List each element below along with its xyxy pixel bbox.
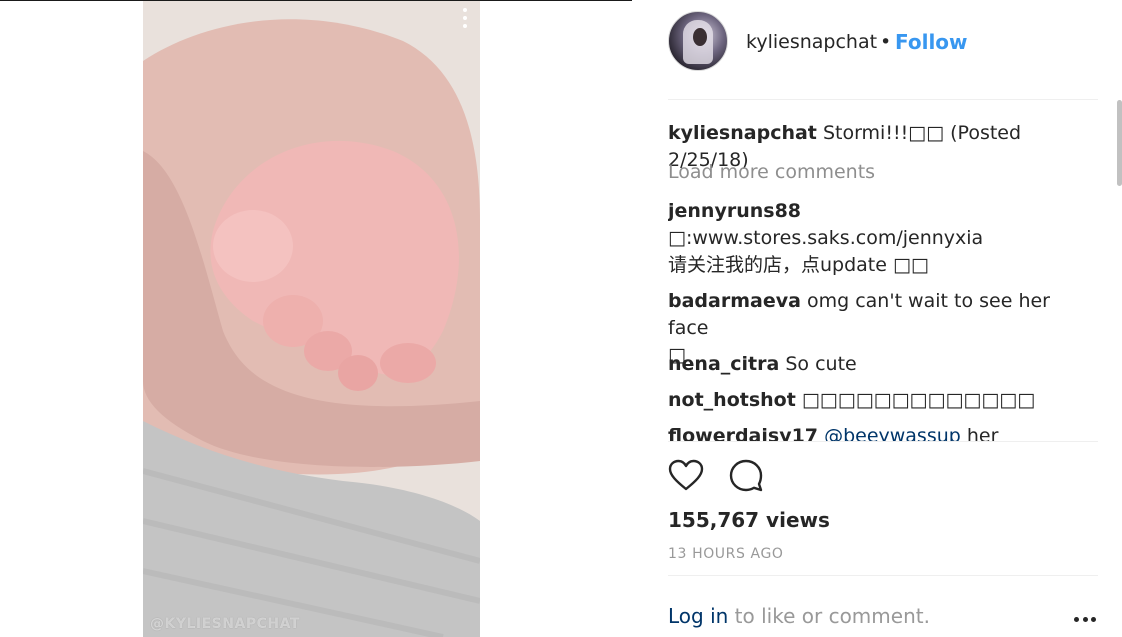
post-panel: kyliesnapchat • Follow kyliesnapchat Sto… [668, 0, 1098, 637]
avatar[interactable] [668, 11, 728, 71]
follow-button[interactable]: Follow [895, 30, 968, 54]
list-item: not_hotshot □□□□□□□□□□□□□ [668, 387, 1083, 414]
comment-text: So cute [785, 353, 857, 375]
comments-list[interactable]: kyliesnapchat Stormi!!!□□ (Posted 2/25/1… [668, 112, 1098, 442]
comment-username[interactable]: not_hotshot [668, 389, 796, 411]
comment-username[interactable]: kyliesnapchat [668, 122, 817, 144]
more-horizontal-icon[interactable] [1074, 617, 1096, 623]
login-link[interactable]: Log in [668, 604, 728, 628]
post-timestamp: 13 HOURS AGO [668, 546, 784, 562]
comment-username[interactable]: flowerdaisy17 [668, 425, 818, 442]
view-count: 155,767 views [668, 508, 830, 532]
separator-dot: • [880, 31, 892, 53]
comment-username[interactable]: badarmaeva [668, 290, 801, 312]
list-item: nena_citra So cute [668, 351, 1083, 378]
comment-username[interactable]: jennyruns88 [668, 200, 801, 222]
comment-text: □:www.stores.saks.com/jennyxia [668, 227, 984, 249]
action-bar [668, 458, 788, 498]
comment-username[interactable]: nena_citra [668, 353, 779, 375]
more-vertical-icon[interactable] [458, 8, 472, 28]
video-frame-image [143, 1, 480, 637]
comment-mention[interactable]: @beeywassup [824, 425, 961, 442]
list-item: flowerdaisy17 @beeywassup her Snapchat [668, 423, 1083, 442]
comment-text: 请关注我的店，点update □□ [668, 254, 929, 276]
header-username[interactable]: kyliesnapchat [746, 31, 877, 53]
comments-divider [668, 441, 1098, 442]
load-more-label[interactable]: Load more comments [668, 161, 875, 183]
video-player[interactable] [143, 1, 480, 637]
media-area: @KYLIESNAPCHAT [0, 0, 632, 637]
list-item: jennyruns88 □:www.stores.saks.com/jennyx… [668, 198, 1083, 279]
login-prompt-text: to like or comment. [728, 604, 930, 628]
post-header: kyliesnapchat • Follow [668, 11, 1098, 73]
video-watermark: @KYLIESNAPCHAT [150, 616, 300, 632]
heart-icon[interactable] [668, 458, 704, 494]
login-prompt: Log in to like or comment. [668, 604, 930, 628]
footer-divider [668, 575, 1098, 576]
comments-scrollbar[interactable] [1117, 100, 1122, 186]
header-divider [668, 99, 1098, 100]
comment-text: □□□□□□□□□□□□□ [801, 389, 1036, 411]
comment-icon[interactable] [728, 458, 764, 494]
load-more-comments[interactable]: Load more comments [668, 159, 1083, 186]
